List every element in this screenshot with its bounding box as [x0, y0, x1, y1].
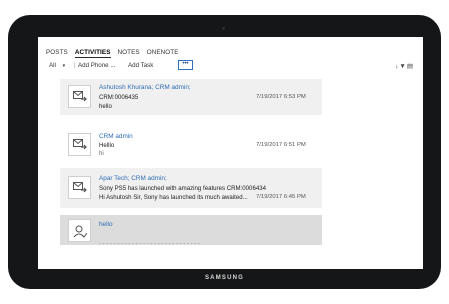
add-phone-call-button[interactable]: Add Phone ... — [78, 62, 116, 69]
activity-line-2: hi — [99, 150, 104, 157]
filter-dropdown[interactable]: All ▾ — [49, 62, 65, 69]
tab-onenote[interactable]: ONENOTE — [147, 49, 179, 58]
chevron-down-icon: ▾ — [62, 63, 66, 69]
filter-label: All — [49, 62, 56, 69]
activity-subject[interactable]: Ashutosh Khurana; CRM admin; — [99, 84, 191, 91]
activity-line-2: Hi Ashutosh Sir, Sony has launched its m… — [99, 194, 248, 201]
list-view-icon[interactable]: ▤ — [407, 63, 414, 70]
activity-subject[interactable]: Apar Tech; CRM admin; — [99, 175, 167, 182]
brand-logo: SAMSUNG — [204, 275, 245, 281]
divider: | — [74, 62, 76, 69]
activity-line-1: CRM:0006435 — [99, 94, 139, 101]
activity-row-3[interactable]: ▷ Apar Tech; CRM admin; Sony PS5 has lau… — [60, 168, 322, 208]
activity-subject[interactable]: CRM admin — [99, 133, 133, 140]
activity-line-1: Helllo — [99, 142, 115, 149]
activity-line-2: hello — [99, 103, 112, 110]
activity-date: 7/19/2017 6:53 PM — [256, 94, 306, 100]
email-icon — [68, 85, 91, 108]
filter-icon[interactable]: ▼ — [399, 63, 406, 70]
crm-screen: POSTS ACTIVITIES NOTES ONENOTE All ▾ | A… — [38, 37, 423, 269]
activity-line-1: Sony PS5 has launched with amazing featu… — [99, 185, 267, 192]
activity-row-1[interactable]: ▷ Ashutosh Khurana; CRM admin; CRM:00064… — [60, 79, 322, 115]
tab-notes[interactable]: NOTES — [118, 49, 140, 58]
tab-posts[interactable]: POSTS — [46, 49, 68, 58]
add-task-button[interactable]: Add Task — [128, 62, 153, 69]
activity-date: 7/19/2017 6:51 PM — [256, 142, 306, 148]
phone-call-icon — [68, 219, 91, 242]
activity-subject[interactable]: hello — [99, 221, 113, 228]
timeline-tabs: POSTS ACTIVITIES NOTES ONENOTE — [46, 49, 179, 58]
activity-truncated-line: - - - - - - - - - - - - - - - - - - - - … — [99, 241, 200, 247]
email-icon — [68, 176, 91, 199]
activity-row-2[interactable]: CRM admin Helllo hi 7/19/2017 6:51 PM — [60, 129, 322, 161]
activity-row-4[interactable]: hello - - - - - - - - - - - - - - - - - … — [60, 215, 322, 247]
tab-activities[interactable]: ACTIVITIES — [74, 49, 111, 58]
activity-date: 7/19/2017 6:45 PM — [256, 194, 306, 200]
camera-dot — [222, 27, 225, 30]
more-commands-button[interactable]: ••• — [178, 60, 193, 70]
email-icon — [68, 133, 91, 156]
activities-toolbar: All ▾ | Add Phone ... Add Task — [49, 62, 419, 71]
view-options: ↓▼▤ — [395, 62, 414, 70]
